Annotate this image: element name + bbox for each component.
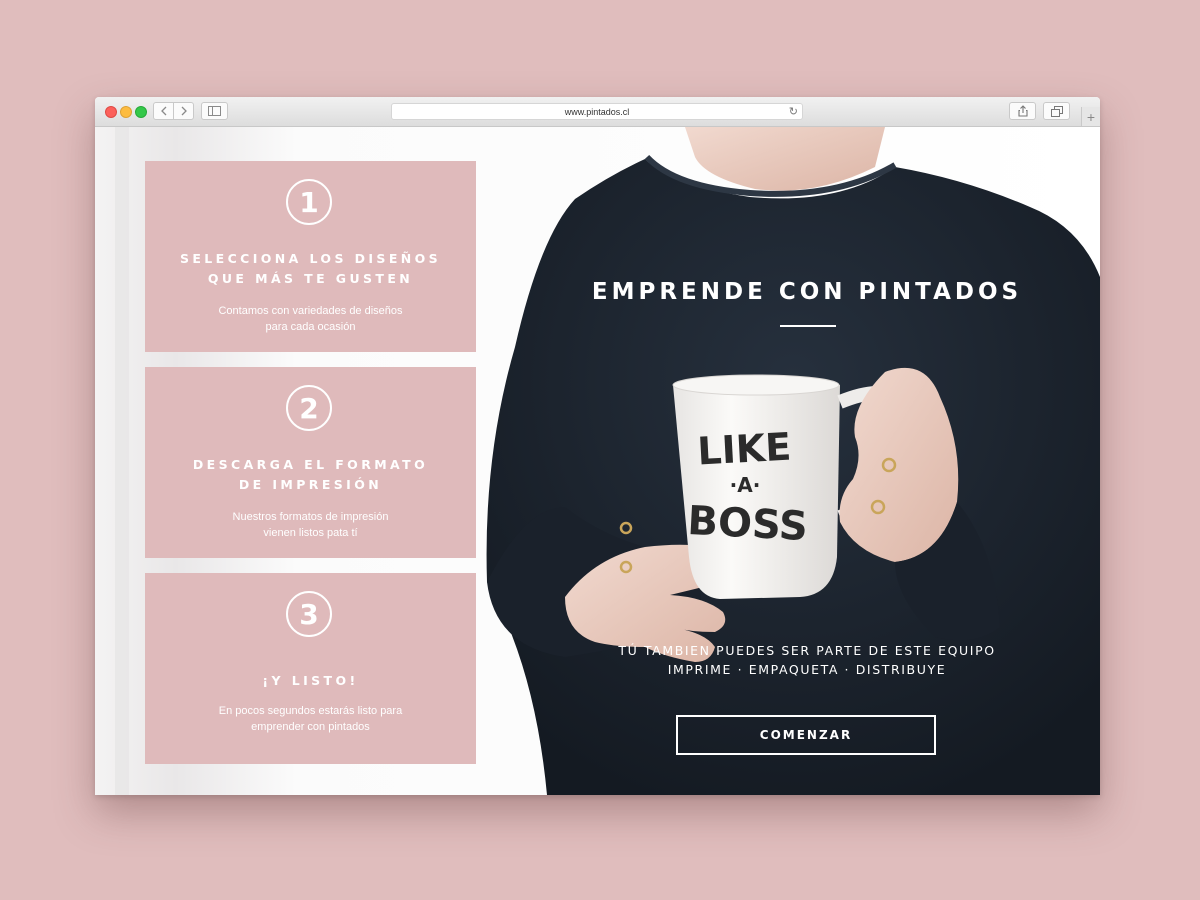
step-description: En pocos segundos estarás listo para emp…: [218, 705, 403, 733]
step-number-badge: 2: [286, 385, 332, 431]
new-tab-button[interactable]: +: [1081, 107, 1100, 126]
mug-text-a: ·A·: [730, 473, 761, 497]
step-number-badge: 1: [286, 179, 332, 225]
step-description: Nuestros formatos de impresión vienen li…: [232, 511, 389, 539]
close-window-button[interactable]: [105, 106, 117, 118]
step-card-3: 3 ¡Y LISTO! En pocos segundos estarás li…: [145, 573, 476, 764]
step-number-badge: 3: [286, 591, 332, 637]
hero-subtitle: TÚ TAMBIEN PUEDES SER PARTE DE ESTE EQUI…: [618, 643, 996, 658]
browser-toolbar: www.pintados.cl ↻ +: [95, 97, 1100, 127]
hero-headline: EMPRENDE CON PINTADOS: [591, 279, 1023, 305]
back-button[interactable]: [153, 102, 174, 120]
plus-icon: +: [1086, 108, 1096, 125]
url-text: www.pintados.cl: [564, 106, 630, 117]
step-title: DESCARGA EL FORMATO DE IMPRESIÓN: [192, 457, 429, 492]
step-title: ¡Y LISTO!: [262, 673, 359, 688]
zoom-window-button[interactable]: [135, 106, 147, 118]
chevron-left-icon: [160, 106, 166, 116]
step-card-2: 2 DESCARGA EL FORMATO DE IMPRESIÓN Nuest…: [145, 367, 476, 558]
sidebar-button[interactable]: [201, 102, 228, 120]
sidebar-icon: [208, 106, 221, 116]
tabs-button[interactable]: [1043, 102, 1070, 120]
forward-button[interactable]: [173, 102, 194, 120]
hero-tagline: IMPRIME · EMPAQUETA · DISTRIBUYE: [667, 662, 947, 677]
headline-divider: [780, 325, 836, 327]
chevron-right-icon: [181, 106, 187, 116]
share-button[interactable]: [1009, 102, 1036, 120]
start-button[interactable]: COMENZAR: [676, 715, 936, 755]
browser-window: www.pintados.cl ↻ + LIKE ·A· BOSS 1 SELE…: [95, 97, 1100, 795]
page-content: LIKE ·A· BOSS 1 SELECCIONA LOS DISEÑOS Q…: [95, 127, 1100, 795]
share-icon: [1017, 105, 1028, 117]
step-description: Contamos con variedades de diseños para …: [218, 305, 403, 333]
minimize-window-button[interactable]: [120, 106, 132, 118]
address-bar[interactable]: www.pintados.cl ↻: [391, 103, 803, 120]
mug-text-boss: BOSS: [686, 498, 809, 550]
tabs-icon: [1050, 105, 1063, 117]
step-title: SELECCIONA LOS DISEÑOS QUE MÁS TE GUSTEN: [179, 251, 442, 286]
reload-icon[interactable]: ↻: [789, 105, 798, 118]
mug-text-like: LIKE: [696, 425, 792, 474]
window-light-stripe: [115, 127, 129, 795]
mug-rim: [672, 374, 840, 396]
step-card-1: 1 SELECCIONA LOS DISEÑOS QUE MÁS TE GUST…: [145, 161, 476, 352]
